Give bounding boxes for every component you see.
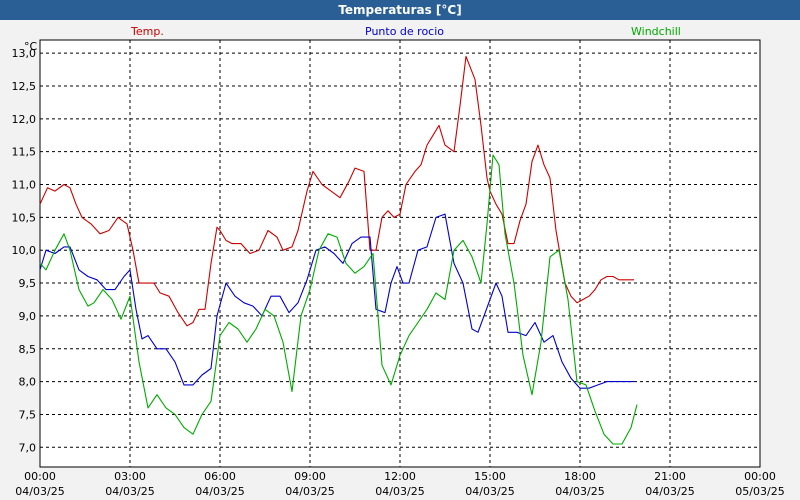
x-tick-date: 04/03/25: [645, 485, 694, 498]
y-tick-label: 7,0: [19, 441, 37, 454]
x-tick-time: 00:00: [24, 470, 56, 483]
y-tick-label: 7,5: [19, 408, 37, 421]
x-axis-ticks: 00:00 04/03/25 03:00 04/03/25 06:00 04/03/25 0…: [15, 470, 784, 498]
x-tick-date: 04/03/25: [285, 485, 334, 498]
legend-windchill: Windchill: [631, 25, 681, 38]
legend-dewpoint: Punto de rocio: [365, 25, 444, 38]
chart-title-bar: Temperaturas [°C]: [0, 0, 800, 20]
x-tick-time: 12:00: [384, 470, 416, 483]
x-tick-date: 04/03/25: [15, 485, 64, 498]
x-tick-time: 18:00: [564, 470, 596, 483]
x-tick-time: 21:00: [654, 470, 686, 483]
x-tick-time: 03:00: [114, 470, 146, 483]
y-tick-label: 12,0: [12, 113, 37, 126]
x-tick-time: 15:00: [474, 470, 506, 483]
chart-area: 13,012,512,011,511,010,510,09,59,08,58,0…: [12, 25, 785, 498]
y-tick-label: 8,5: [19, 343, 37, 356]
x-tick-date: 05/03/25: [735, 485, 784, 498]
y-tick-label: 10,5: [12, 211, 37, 224]
x-tick-time: 06:00: [204, 470, 236, 483]
y-tick-label: 9,0: [19, 310, 37, 323]
chart-title: Temperaturas [°C]: [338, 3, 462, 17]
x-tick-date: 04/03/25: [375, 485, 424, 498]
y-tick-label: 11,0: [12, 179, 37, 192]
y-tick-label: 12,5: [12, 80, 37, 93]
y-axis-ticks: 13,012,512,011,511,010,510,09,59,08,58,0…: [12, 47, 37, 454]
y-tick-label: 8,0: [19, 376, 37, 389]
x-tick-date: 04/03/25: [195, 485, 244, 498]
y-axis-unit-label: °C: [24, 40, 38, 53]
x-tick-date: 04/03/25: [105, 485, 154, 498]
y-tick-label: 11,5: [12, 146, 37, 159]
x-tick-time: 09:00: [294, 470, 326, 483]
y-tick-label: 10,0: [12, 244, 37, 257]
x-tick-date: 04/03/25: [555, 485, 604, 498]
x-tick-time: 00:00: [744, 470, 776, 483]
y-tick-label: 9,5: [19, 277, 37, 290]
x-tick-date: 04/03/25: [465, 485, 514, 498]
legend-temp: Temp.: [130, 25, 164, 38]
